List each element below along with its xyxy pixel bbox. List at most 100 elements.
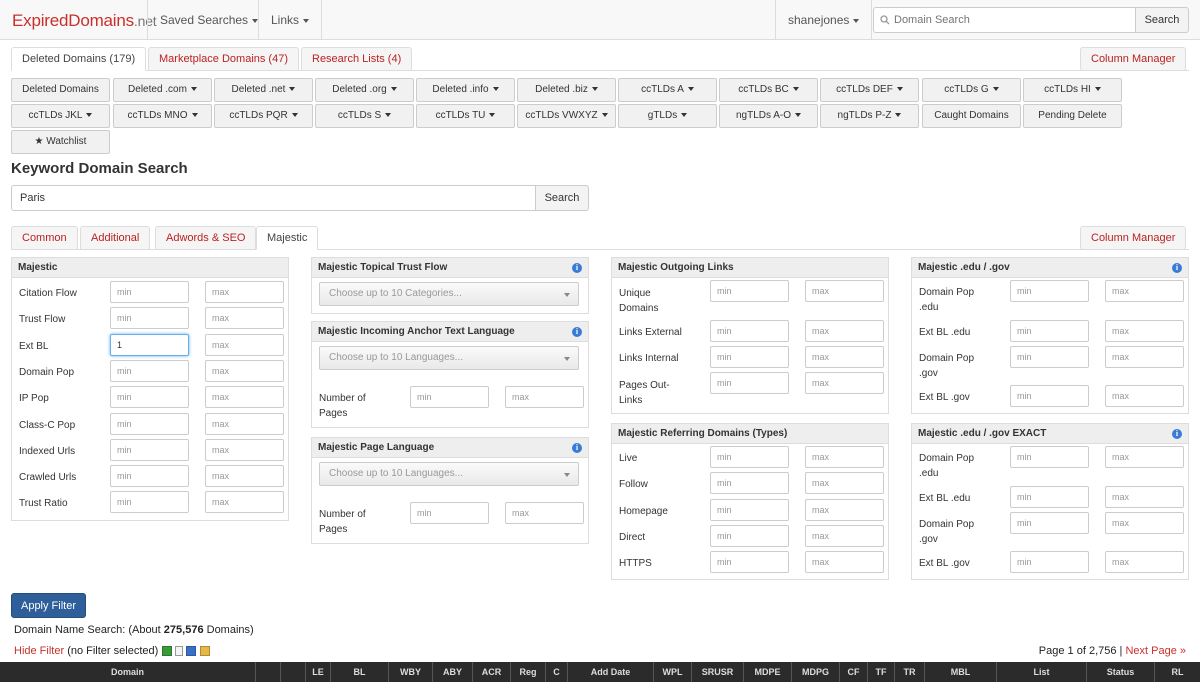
outgoing-links-internal-max-input[interactable]: max	[805, 346, 884, 368]
majestic-indexed-urls-max-input[interactable]: max	[205, 438, 284, 461]
outgoing-links-external-min-input[interactable]: min	[710, 320, 789, 342]
filter-button-ngtlds-p-z[interactable]: ngTLDs P-Z	[820, 104, 919, 128]
filter-button-caught-domains[interactable]: Caught Domains	[922, 104, 1021, 128]
outgoing-pages-out-links-min-input[interactable]: min	[710, 372, 789, 394]
apply-filter-button[interactable]: Apply Filter	[11, 593, 86, 618]
column-header-add-date[interactable]: Add Date	[567, 662, 653, 682]
saved-searches-dropdown[interactable]: Saved Searches	[147, 0, 270, 40]
edugov-ext-bl-gov-min-input[interactable]: min	[1010, 385, 1089, 407]
column-header-le[interactable]: LE	[305, 662, 330, 682]
column-header-bl[interactable]: BL	[330, 662, 388, 682]
export-text-icon[interactable]	[175, 646, 184, 657]
filter-button-cctlds-pqr[interactable]: ccTLDs PQR	[214, 104, 313, 128]
edugov-domain-pop-edu-max-input[interactable]: max	[1105, 280, 1184, 302]
edugov-domain-pop-gov-max-input[interactable]: max	[1105, 346, 1184, 368]
edugov-domain-pop-gov-min-input[interactable]: min	[1010, 346, 1089, 368]
filter-button-cctlds-tu[interactable]: ccTLDs TU	[416, 104, 515, 128]
majestic-ip-pop-min-input[interactable]: min	[110, 386, 189, 409]
column-header-mdpe[interactable]: MDPE	[743, 662, 791, 682]
domain-search-button[interactable]: Search	[1135, 7, 1189, 33]
tab-deleted-domains[interactable]: Deleted Domains (179)	[11, 47, 147, 71]
majestic-class-c-pop-min-input[interactable]: min	[110, 412, 189, 435]
column-header-aby[interactable]: ABY	[432, 662, 472, 682]
brand-logo[interactable]: ExpiredDomains.net	[12, 11, 157, 31]
info-icon[interactable]: i	[572, 443, 582, 453]
filter-button-gtlds[interactable]: gTLDs	[618, 104, 717, 128]
column-header-c[interactable]: C	[545, 662, 567, 682]
filter-column-manager-button[interactable]: Column Manager	[1080, 226, 1187, 250]
info-icon[interactable]: i	[1172, 429, 1182, 439]
outgoing-pages-out-links-max-input[interactable]: max	[805, 372, 884, 394]
majestic-domain-pop-min-input[interactable]: min	[110, 359, 189, 382]
hide-filter-link[interactable]: Hide Filter	[14, 645, 64, 657]
referring-homepage-min-input[interactable]: min	[710, 498, 789, 521]
filter-button-deleted-biz[interactable]: Deleted .biz	[517, 78, 616, 102]
next-page-link[interactable]: Next Page »	[1125, 645, 1186, 657]
edugov-exact-ext-bl-edu-min-input[interactable]: min	[1010, 486, 1089, 508]
referring-homepage-max-input[interactable]: max	[805, 498, 884, 521]
column-manager-button[interactable]: Column Manager	[1080, 47, 1187, 71]
load-filter-icon[interactable]	[199, 646, 210, 657]
anchor-pages-max-input[interactable]: max	[505, 386, 584, 408]
majestic-ext-bl-min-input[interactable]: 1	[110, 333, 189, 356]
edugov-domain-pop-edu-min-input[interactable]: min	[1010, 280, 1089, 302]
majestic-ip-pop-max-input[interactable]: max	[205, 386, 284, 409]
filter-button-cctlds-hi[interactable]: ccTLDs HI	[1023, 78, 1122, 102]
majestic-citation-flow-max-input[interactable]: max	[205, 281, 284, 303]
column-header-mbl[interactable]: MBL	[924, 662, 996, 682]
keyword-input[interactable]: Paris	[11, 185, 536, 211]
referring-direct-min-input[interactable]: min	[710, 524, 789, 547]
page-language-select[interactable]: Choose up to 10 Languages...	[319, 462, 579, 486]
edugov-ext-bl-edu-max-input[interactable]: max	[1105, 320, 1184, 342]
majestic-ext-bl-max-input[interactable]: max	[205, 333, 284, 356]
referring-live-max-input[interactable]: max	[805, 446, 884, 468]
outgoing-links-external-max-input[interactable]: max	[805, 320, 884, 342]
pagelang-pages-max-input[interactable]: max	[505, 502, 584, 524]
referring-follow-max-input[interactable]: max	[805, 472, 884, 495]
anchor-pages-min-input[interactable]: min	[410, 386, 489, 408]
filter-button-cctlds-mno[interactable]: ccTLDs MNO	[113, 104, 212, 128]
topical-category-select[interactable]: Choose up to 10 Categories...	[319, 282, 579, 306]
majestic-crawled-urls-max-input[interactable]: max	[205, 465, 284, 488]
majestic-trust-ratio-min-input[interactable]: min	[110, 491, 189, 514]
user-menu-dropdown[interactable]: shanejones	[775, 0, 873, 40]
info-icon[interactable]: i	[1172, 263, 1182, 273]
filter-button-deleted-net[interactable]: Deleted .net	[214, 78, 313, 102]
tab-majestic[interactable]: Majestic	[256, 226, 319, 250]
export-excel-icon[interactable]	[162, 646, 173, 657]
filter-button-cctlds-jkl[interactable]: ccTLDs JKL	[11, 104, 110, 128]
column-header-list[interactable]: List	[996, 662, 1086, 682]
filter-button-ngtlds-a-o[interactable]: ngTLDs A-O	[719, 104, 818, 128]
majestic-citation-flow-min-input[interactable]: min	[110, 281, 189, 303]
majestic-trust-ratio-max-input[interactable]: max	[205, 491, 284, 514]
column-header-wby[interactable]: WBY	[388, 662, 432, 682]
filter-button-cctlds-def[interactable]: ccTLDs DEF	[820, 78, 919, 102]
save-filter-icon[interactable]	[186, 646, 197, 657]
column-header-cf[interactable]: CF	[839, 662, 867, 682]
tab-additional[interactable]: Additional	[80, 226, 151, 250]
column-header-status[interactable]: Status	[1086, 662, 1154, 682]
filter-button-deleted-domains[interactable]: Deleted Domains	[11, 78, 110, 102]
outgoing-unique-domains-min-input[interactable]: min	[710, 280, 789, 302]
majestic-trust-flow-max-input[interactable]: max	[205, 307, 284, 330]
outgoing-links-internal-min-input[interactable]: min	[710, 346, 789, 368]
column-header-wpl[interactable]: WPL	[653, 662, 691, 682]
edugov-exact-domain-pop-gov-max-input[interactable]: max	[1105, 512, 1184, 534]
column-header-srusr[interactable]: SRUSR	[691, 662, 743, 682]
referring-follow-min-input[interactable]: min	[710, 472, 789, 495]
filter-button-cctlds-s[interactable]: ccTLDs S	[315, 104, 414, 128]
referring-direct-max-input[interactable]: max	[805, 524, 884, 547]
referring-live-min-input[interactable]: min	[710, 446, 789, 468]
column-header-domain[interactable]: Domain	[0, 662, 255, 682]
info-icon[interactable]: i	[572, 327, 582, 337]
tab-research-lists[interactable]: Research Lists (4)	[301, 47, 413, 71]
column-header-reg[interactable]: Reg	[510, 662, 545, 682]
filter-button-pending-delete[interactable]: Pending Delete	[1023, 104, 1122, 128]
column-header-tf[interactable]: TF	[867, 662, 894, 682]
edugov-ext-bl-gov-max-input[interactable]: max	[1105, 385, 1184, 407]
watchlist-button[interactable]: ★ Watchlist	[11, 130, 110, 154]
edugov-exact-ext-bl-gov-max-input[interactable]: max	[1105, 551, 1184, 573]
filter-button-deleted-info[interactable]: Deleted .info	[416, 78, 515, 102]
tab-common[interactable]: Common	[11, 226, 78, 250]
column-header-tr[interactable]: TR	[894, 662, 924, 682]
